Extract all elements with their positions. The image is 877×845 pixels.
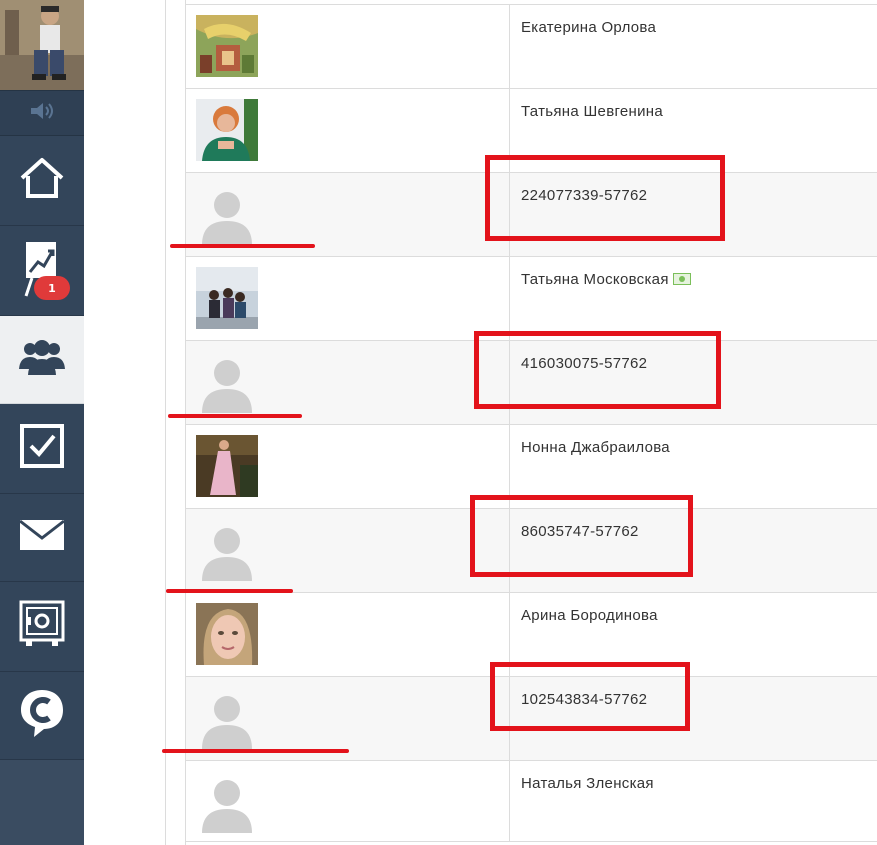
default-avatar-icon[interactable]: [196, 351, 258, 413]
underline-mark: [166, 589, 293, 593]
user-photo[interactable]: [196, 15, 258, 77]
user-name[interactable]: Екатерина Орлова: [521, 19, 656, 36]
photo-cell: [186, 677, 510, 760]
user-photo[interactable]: [196, 603, 258, 665]
content-divider: [165, 0, 166, 845]
highlight-box: [485, 155, 725, 241]
nav-tasks[interactable]: [0, 404, 84, 494]
user-name[interactable]: Нонна Джабраилова: [521, 439, 670, 456]
photo-cell: [186, 257, 510, 340]
default-avatar-icon[interactable]: [196, 183, 258, 245]
photo-cell: [186, 509, 510, 592]
money-icon: [672, 273, 691, 285]
photo-cell: [186, 5, 510, 88]
nav-home[interactable]: [0, 136, 84, 226]
notification-badge: 1: [34, 276, 70, 300]
default-avatar-icon[interactable]: [196, 771, 258, 833]
nav-stats[interactable]: 1: [0, 226, 84, 316]
user-photo[interactable]: [196, 99, 258, 161]
list-item[interactable]: Татьяна Московская: [186, 256, 877, 340]
user-avatar[interactable]: [0, 0, 84, 90]
underline-mark: [162, 749, 349, 753]
photo-cell: [186, 89, 510, 172]
user-photo[interactable]: [196, 267, 258, 329]
highlight-box: [470, 495, 693, 577]
user-name[interactable]: Татьяна Московская: [521, 271, 691, 288]
c-chat-logo-icon: [18, 687, 66, 744]
photo-cell: [186, 341, 510, 424]
nav-messages[interactable]: [0, 494, 84, 582]
list-item[interactable]: Екатерина Орлова: [186, 4, 877, 88]
envelope-icon: [18, 518, 66, 557]
highlight-box: [490, 662, 690, 731]
users-icon: [18, 337, 66, 382]
photo-cell: [186, 761, 510, 842]
user-name[interactable]: Наталья Зленская: [521, 775, 654, 792]
checkbox-icon: [18, 422, 66, 475]
sidebar: 1: [0, 0, 84, 845]
home-icon: [18, 156, 66, 205]
default-avatar-icon[interactable]: [196, 519, 258, 581]
user-name[interactable]: Татьяна Шевгенина: [521, 103, 663, 120]
underline-mark: [170, 244, 315, 248]
sound-toggle[interactable]: [0, 90, 84, 136]
nav-friends[interactable]: [0, 316, 84, 404]
list-bottom-border: [186, 841, 877, 842]
speaker-icon: [28, 101, 56, 126]
list-item[interactable]: Наталья Зленская: [186, 760, 877, 842]
safe-icon: [18, 599, 66, 654]
underline-mark: [168, 414, 302, 418]
user-photo[interactable]: [196, 435, 258, 497]
photo-cell: [186, 425, 510, 508]
sidebar-bottom: [0, 760, 84, 845]
highlight-box: [474, 331, 721, 409]
nav-brand[interactable]: [0, 672, 84, 760]
default-avatar-icon[interactable]: [196, 687, 258, 749]
user-name[interactable]: Арина Бородинова: [521, 607, 658, 624]
user-name-text[interactable]: Татьяна Московская: [521, 271, 669, 288]
photo-cell: [186, 593, 510, 676]
nav-safe[interactable]: [0, 582, 84, 672]
